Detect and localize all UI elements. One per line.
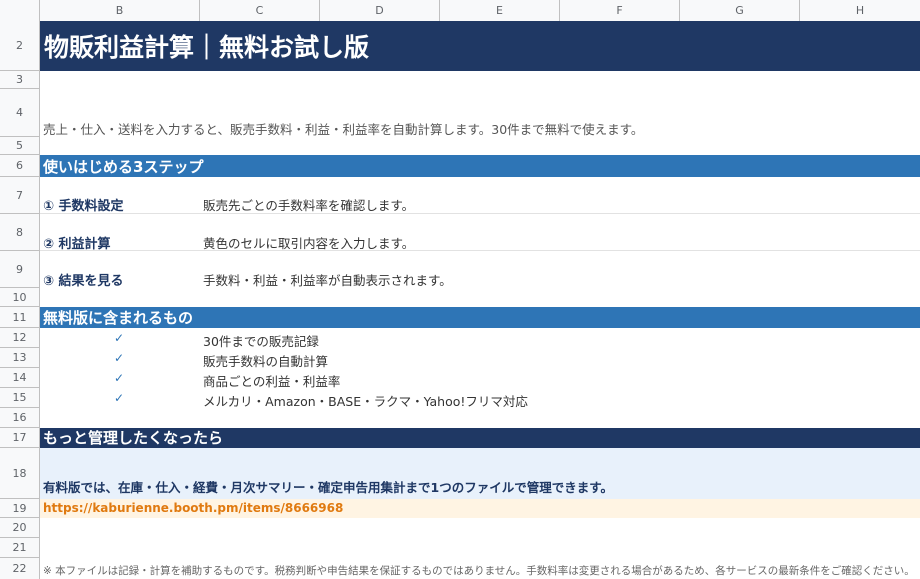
booth-link[interactable]: https://kaburienne.booth.pm/items/866696… bbox=[43, 501, 343, 515]
row-header-13[interactable]: 13 bbox=[0, 348, 40, 368]
row-header-15[interactable]: 15 bbox=[0, 388, 40, 408]
upgrade-text-cell[interactable]: 有料版では、在庫・仕入・経費・月次サマリー・確定申告用集計まで1つのファイルで管… bbox=[40, 448, 920, 499]
steps-heading-band[interactable]: 使いはじめる3ステップ bbox=[40, 155, 920, 177]
row-header-4[interactable]: 4 bbox=[0, 89, 40, 137]
link-cell[interactable]: https://kaburienne.booth.pm/items/866696… bbox=[40, 499, 920, 518]
upgrade-heading: もっと管理したくなったら bbox=[43, 429, 224, 447]
row-header-21[interactable]: 21 bbox=[0, 538, 40, 558]
step-2-desc[interactable]: 黄色のセルに取引内容を入力します。 bbox=[203, 233, 414, 252]
feature-item[interactable]: 商品ごとの利益・利益率 bbox=[203, 371, 340, 390]
row-header-10[interactable]: 10 bbox=[0, 288, 40, 307]
feature-item[interactable]: メルカリ・Amazon・BASE・ラクマ・Yahoo!フリマ対応 bbox=[203, 391, 528, 410]
title-banner[interactable]: 物販利益計算｜無料お試し版 bbox=[40, 21, 920, 71]
row-header-6[interactable]: 6 bbox=[0, 155, 40, 177]
grid-line bbox=[40, 213, 920, 214]
check-icon: ✓ bbox=[114, 391, 125, 405]
upgrade-text: 有料版では、在庫・仕入・経費・月次サマリー・確定申告用集計まで1つのファイルで管… bbox=[43, 480, 613, 495]
step-3-label[interactable]: ③ 結果を見る bbox=[43, 270, 124, 289]
check-icon: ✓ bbox=[114, 351, 125, 365]
row-header-20[interactable]: 20 bbox=[0, 518, 40, 538]
row-header-17[interactable]: 17 bbox=[0, 428, 40, 448]
grid-line bbox=[40, 250, 920, 251]
check-icon: ✓ bbox=[114, 331, 125, 345]
column-header-e[interactable]: E bbox=[440, 0, 560, 21]
steps-heading: 使いはじめる3ステップ bbox=[43, 158, 204, 176]
row-header-5[interactable]: 5 bbox=[0, 137, 40, 155]
row-header-8[interactable]: 8 bbox=[0, 214, 40, 251]
check-icon: ✓ bbox=[114, 371, 125, 385]
footnote[interactable]: ※ 本ファイルは記録・計算を補助するものです。税務判断や申告結果を保証するもので… bbox=[43, 563, 915, 578]
feature-item[interactable]: 販売手数料の自動計算 bbox=[203, 351, 328, 370]
column-header-c[interactable]: C bbox=[200, 0, 320, 21]
step-1-label[interactable]: ① 手数料設定 bbox=[43, 195, 124, 214]
row-header-19[interactable]: 19 bbox=[0, 499, 40, 518]
features-heading-band[interactable]: 無料版に含まれるもの bbox=[40, 307, 920, 328]
row-header-16[interactable]: 16 bbox=[0, 408, 40, 428]
row-header-3[interactable]: 3 bbox=[0, 71, 40, 89]
column-header-h[interactable]: H bbox=[800, 0, 920, 21]
row-header-12[interactable]: 12 bbox=[0, 328, 40, 348]
row-header-7[interactable]: 7 bbox=[0, 177, 40, 214]
feature-item[interactable]: 30件までの販売記録 bbox=[203, 331, 319, 350]
row-header-18[interactable]: 18 bbox=[0, 448, 40, 499]
step-2-label[interactable]: ② 利益計算 bbox=[43, 233, 111, 252]
step-1-desc[interactable]: 販売先ごとの手数料率を確認します。 bbox=[203, 195, 414, 214]
row-header-22[interactable]: 22 bbox=[0, 558, 40, 579]
step-3-desc[interactable]: 手数料・利益・利益率が自動表示されます。 bbox=[203, 270, 452, 289]
page-title: 物販利益計算｜無料お試し版 bbox=[44, 33, 370, 62]
features-heading: 無料版に含まれるもの bbox=[43, 309, 194, 327]
upgrade-heading-band[interactable]: もっと管理したくなったら bbox=[40, 428, 920, 448]
row-header-14[interactable]: 14 bbox=[0, 368, 40, 388]
column-header-f[interactable]: F bbox=[560, 0, 680, 21]
column-header-d[interactable]: D bbox=[320, 0, 440, 21]
select-all-corner[interactable] bbox=[0, 0, 40, 21]
row-header-9[interactable]: 9 bbox=[0, 251, 40, 288]
row-header-2[interactable]: 2 bbox=[0, 21, 40, 71]
column-header-g[interactable]: G bbox=[680, 0, 800, 21]
intro-text[interactable]: 売上・仕入・送料を入力すると、販売手数料・利益・利益率を自動計算します。30件ま… bbox=[43, 119, 643, 138]
column-header-b[interactable]: B bbox=[40, 0, 200, 21]
row-header-11[interactable]: 11 bbox=[0, 307, 40, 328]
